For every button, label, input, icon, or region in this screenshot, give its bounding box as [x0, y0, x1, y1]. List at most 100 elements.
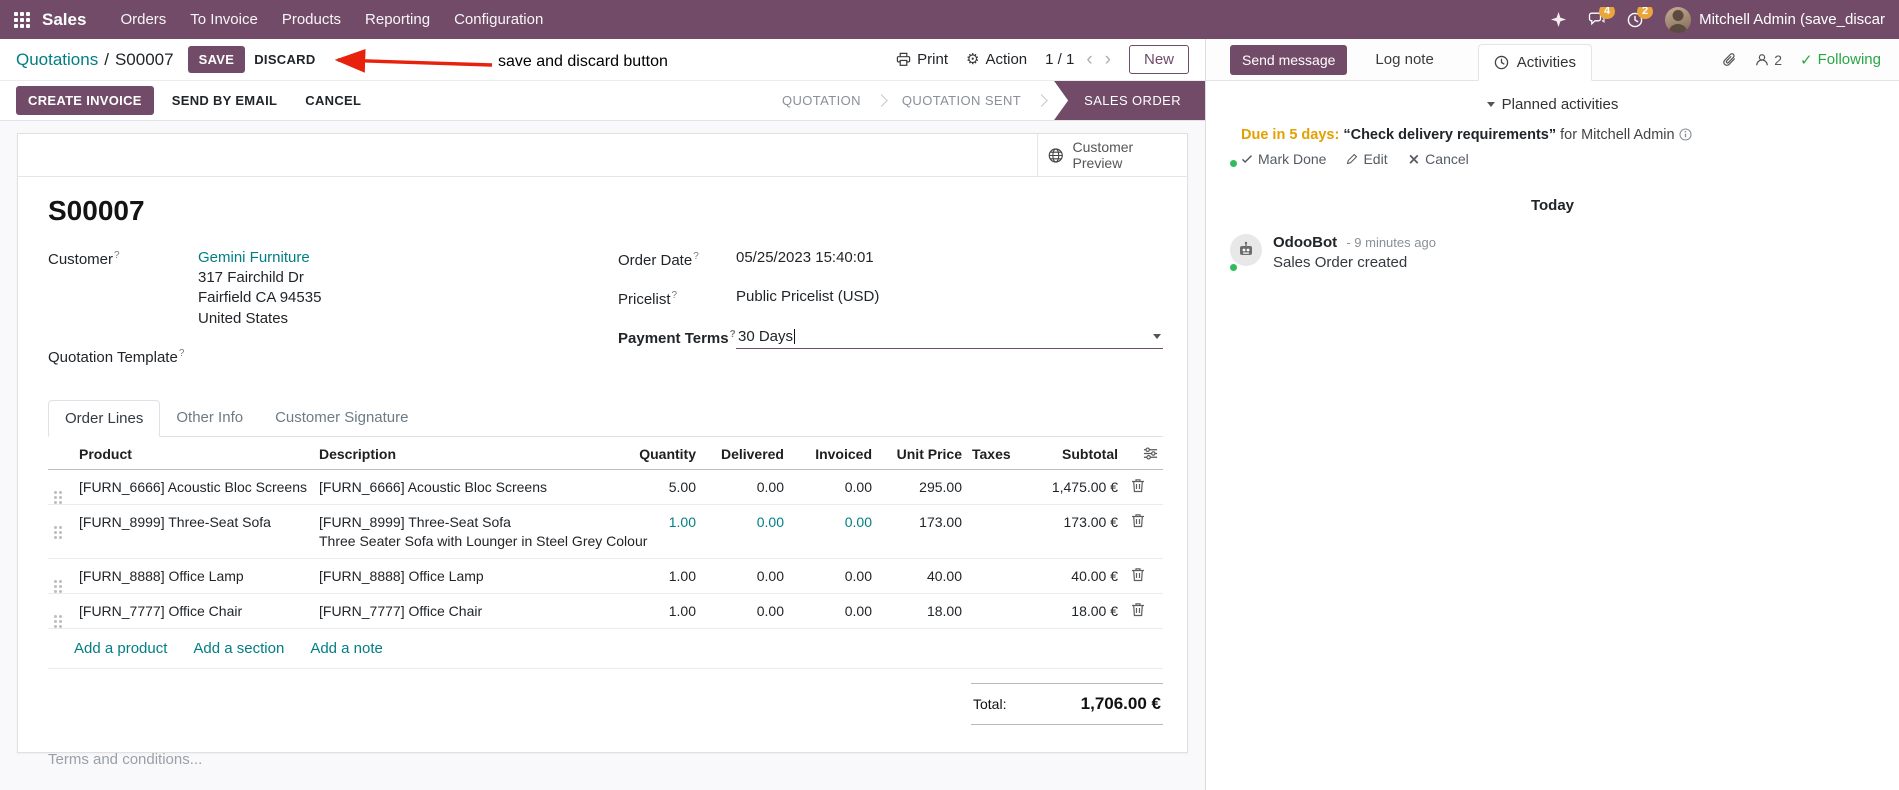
table-row[interactable]: [FURN_8888] Office Lamp [FURN_8888] Offi…	[48, 559, 1163, 594]
step-sales-order[interactable]: SALES ORDER	[1054, 81, 1205, 120]
dropdown-caret-icon[interactable]	[1153, 334, 1161, 339]
tab-activities[interactable]: Activities	[1477, 44, 1592, 81]
cancel-activity-button[interactable]: × Cancel	[1408, 151, 1469, 167]
cell-invoiced[interactable]: 0.00	[789, 594, 877, 628]
cell-subtotal[interactable]: 40.00 €	[1023, 559, 1123, 593]
create-invoice-button[interactable]: CREATE INVOICE	[16, 86, 154, 115]
cell-unit-price[interactable]: 295.00	[877, 470, 967, 504]
cell-quantity[interactable]: 1.00	[625, 559, 701, 593]
col-quantity[interactable]: Quantity	[625, 437, 701, 469]
order-date-value[interactable]: 05/25/2023 15:40:01	[736, 249, 874, 266]
new-button[interactable]: New	[1128, 45, 1189, 74]
breadcrumb-quotations[interactable]: Quotations	[16, 50, 98, 70]
print-button[interactable]: Print	[896, 51, 948, 68]
table-row[interactable]: [FURN_6666] Acoustic Bloc Screens [FURN_…	[48, 470, 1163, 505]
activities-clock-icon[interactable]: 2	[1627, 6, 1654, 28]
tab-customer-signature[interactable]: Customer Signature	[259, 400, 424, 436]
delete-row-button[interactable]	[1123, 559, 1163, 582]
message-author[interactable]: OdooBot	[1273, 234, 1337, 251]
sparkle-icon[interactable]	[1551, 12, 1567, 27]
attachments-button[interactable]	[1722, 52, 1737, 68]
cell-product[interactable]: [FURN_8999] Three-Seat Sofa	[74, 505, 314, 539]
discard-button[interactable]: DISCARD	[245, 46, 324, 73]
payment-terms-field[interactable]: 30 Days	[736, 327, 1163, 349]
cell-quantity[interactable]: 5.00	[625, 470, 701, 504]
add-a-section-link[interactable]: Add a section	[193, 640, 284, 657]
cell-unit-price[interactable]: 40.00	[877, 559, 967, 593]
nav-item-to-invoice[interactable]: To Invoice	[178, 0, 270, 39]
col-delivered[interactable]: Delivered	[701, 437, 789, 469]
delete-row-button[interactable]	[1123, 470, 1163, 493]
table-row[interactable]: [FURN_7777] Office Chair [FURN_7777] Off…	[48, 594, 1163, 629]
followers-button[interactable]: 2	[1755, 52, 1782, 68]
info-icon[interactable]	[1679, 128, 1692, 141]
cell-product[interactable]: [FURN_7777] Office Chair	[74, 594, 314, 628]
col-subtotal[interactable]: Subtotal	[1023, 437, 1123, 469]
drag-handle-icon[interactable]	[48, 505, 74, 533]
tab-other-info[interactable]: Other Info	[160, 400, 259, 436]
step-quotation[interactable]: QUOTATION	[766, 93, 877, 108]
cell-subtotal[interactable]: 1,475.00 €	[1023, 470, 1123, 504]
terms-placeholder[interactable]: Terms and conditions...	[48, 751, 1163, 768]
save-button[interactable]: SAVE	[187, 46, 246, 73]
cell-unit-price[interactable]: 173.00	[877, 505, 967, 539]
cell-product[interactable]: [FURN_6666] Acoustic Bloc Screens	[74, 470, 314, 504]
delete-row-button[interactable]	[1123, 594, 1163, 617]
customer-link[interactable]: Gemini Furniture	[198, 249, 310, 266]
planned-activities-header[interactable]: Planned activities	[1206, 81, 1899, 123]
cell-description[interactable]: [FURN_8888] Office Lamp	[314, 559, 625, 593]
cell-taxes[interactable]	[967, 505, 1023, 523]
nav-item-configuration[interactable]: Configuration	[442, 0, 555, 39]
cell-invoiced[interactable]: 0.00	[789, 505, 877, 539]
nav-item-products[interactable]: Products	[270, 0, 353, 39]
cell-description[interactable]: [FURN_6666] Acoustic Bloc Screens	[314, 470, 625, 504]
send-message-button[interactable]: Send message	[1230, 44, 1348, 75]
drag-handle-icon[interactable]	[48, 594, 74, 622]
cancel-button[interactable]: CANCEL	[295, 86, 371, 115]
cell-delivered[interactable]: 0.00	[701, 594, 789, 628]
tab-order-lines[interactable]: Order Lines	[48, 399, 161, 437]
col-description[interactable]: Description	[314, 437, 625, 469]
cell-invoiced[interactable]: 0.00	[789, 470, 877, 504]
following-button[interactable]: ✓ Following	[1800, 51, 1881, 69]
cell-taxes[interactable]	[967, 594, 1023, 612]
cell-product[interactable]: [FURN_8888] Office Lamp	[74, 559, 314, 593]
cell-quantity[interactable]: 1.00	[625, 594, 701, 628]
log-note-button[interactable]: Log note	[1367, 44, 1441, 75]
drag-handle-icon[interactable]	[48, 559, 74, 587]
add-a-product-link[interactable]: Add a product	[74, 640, 167, 657]
drag-handle-icon[interactable]	[48, 470, 74, 498]
cell-subtotal[interactable]: 173.00 €	[1023, 505, 1123, 539]
step-quotation-sent[interactable]: QUOTATION SENT	[886, 93, 1037, 108]
col-product[interactable]: Product	[74, 437, 314, 469]
mark-done-button[interactable]: Mark Done	[1241, 151, 1326, 167]
pager-next-icon[interactable]: ›	[1105, 50, 1111, 69]
messages-icon[interactable]: 4	[1588, 6, 1616, 28]
cell-unit-price[interactable]: 18.00	[877, 594, 967, 628]
col-invoiced[interactable]: Invoiced	[789, 437, 877, 469]
nav-item-reporting[interactable]: Reporting	[353, 0, 442, 39]
action-button[interactable]: ⚙ Action	[966, 51, 1027, 68]
pricelist-value[interactable]: Public Pricelist (USD)	[736, 288, 879, 305]
user-menu[interactable]: Mitchell Admin (save_discar	[1665, 6, 1885, 33]
cell-taxes[interactable]	[967, 470, 1023, 488]
delete-row-button[interactable]	[1123, 505, 1163, 528]
customer-preview-button[interactable]: Customer Preview	[1037, 134, 1187, 176]
cell-invoiced[interactable]: 0.00	[789, 559, 877, 593]
table-row[interactable]: [FURN_8999] Three-Seat Sofa [FURN_8999] …	[48, 505, 1163, 559]
cell-description[interactable]: [FURN_8999] Three-Seat Sofa Three Seater…	[314, 505, 647, 558]
cell-quantity[interactable]: 1.00	[625, 505, 701, 539]
edit-activity-button[interactable]: Edit	[1346, 151, 1388, 167]
optional-columns-icon[interactable]	[1123, 437, 1163, 468]
add-a-note-link[interactable]: Add a note	[310, 640, 383, 657]
cell-description[interactable]: [FURN_7777] Office Chair	[314, 594, 625, 628]
cell-delivered[interactable]: 0.00	[701, 470, 789, 504]
apps-menu-icon[interactable]	[14, 11, 30, 28]
cell-delivered[interactable]: 0.00	[701, 559, 789, 593]
col-unit-price[interactable]: Unit Price	[877, 437, 967, 469]
app-name[interactable]: Sales	[42, 10, 86, 30]
pager-previous-icon[interactable]: ‹	[1086, 50, 1092, 69]
cell-subtotal[interactable]: 18.00 €	[1023, 594, 1123, 628]
col-taxes[interactable]: Taxes	[967, 437, 1023, 469]
cell-delivered[interactable]: 0.00	[701, 505, 789, 539]
